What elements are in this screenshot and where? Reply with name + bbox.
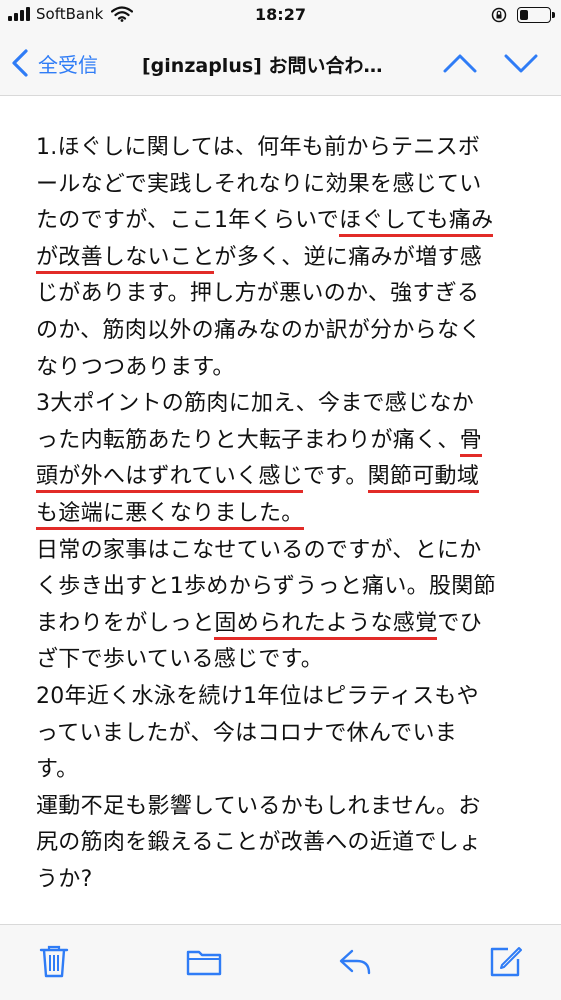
text-line: 1.ほぐしに関しては、何年も前からテニスボ <box>36 130 480 166</box>
text-line: った内転筋あたりと大転子まわりが痛く、骨 <box>36 423 483 459</box>
text-segment: っていましたが、今はコロナで休んでいま <box>36 720 458 746</box>
battery-fill <box>520 10 528 20</box>
chevron-left-icon <box>12 49 28 77</box>
text-segment: 尻の筋肉を鍛えることが改善への近道でしょ <box>36 830 482 856</box>
text-segment: った内転筋あたりと大転子まわりが痛く、 <box>36 427 460 453</box>
text-segment: 20年近く水泳を続け1年位はピラティスもや <box>36 684 479 709</box>
nav-bar: 全受信 [ginzaplus] お問い合わ… <box>0 34 561 96</box>
text-line: じがあります。押し方が悪いのか、強すぎる <box>36 276 479 312</box>
status-time: 18:27 <box>255 5 306 24</box>
text-segment: ざ下で歩いている感じです。 <box>36 647 324 673</box>
text-line: 運動不足も影響しているかもしれません。お <box>36 789 481 825</box>
text-line: うか? <box>36 862 93 898</box>
battery-icon <box>517 7 555 23</box>
text-line: っていましたが、今はコロナで休んでいま <box>36 716 457 752</box>
text-segment: なりつつあります。 <box>36 354 235 380</box>
trash-icon[interactable] <box>36 943 72 979</box>
chevron-down-icon[interactable] <box>503 48 539 78</box>
text-segment: のか、筋肉以外の痛みなのか訳が分からなく <box>36 318 482 343</box>
text-segment: じがあります。押し方が悪いのか、強すぎる <box>36 281 480 307</box>
text-line: が改善しないことが多く、逆に痛みが増す感 <box>36 240 482 276</box>
text-line: も途端に悪くなりました。 <box>36 496 304 532</box>
text-segment: たのですが、ここ1年くらいで <box>36 208 340 234</box>
text-line: まわりをがしっと固められたような感覚でひ <box>36 606 482 642</box>
text-line: のか、筋肉以外の痛みなのか訳が分からなく <box>36 313 482 349</box>
underlined-text: 頭が外へはずれていく感じ <box>36 464 303 494</box>
text-segment: く歩き出すと1歩めからずうっと痛い。股関節 <box>36 574 496 600</box>
text-line: 日常の家事はこなせているのですが、とにか <box>36 533 482 569</box>
rotation-lock-icon <box>491 7 507 23</box>
text-segment: が多く、逆に痛みが増す感 <box>214 244 483 270</box>
bottom-toolbar <box>0 924 561 1000</box>
text-line: す。 <box>36 752 78 788</box>
text-segment: うか? <box>36 867 93 892</box>
text-segment: ールなどで実践しそれなりに効果を感じてい <box>36 171 482 197</box>
underlined-text: が改善しないこと <box>36 244 215 274</box>
chevron-up-icon[interactable] <box>442 48 478 78</box>
text-line: ールなどで実践しそれなりに効果を感じてい <box>36 167 482 203</box>
folder-icon[interactable] <box>186 943 222 979</box>
text-line: く歩き出すと1歩めからずうっと痛い。股関節 <box>36 569 496 605</box>
text-line: 頭が外へはずれていく感じです。関節可動域 <box>36 459 480 495</box>
mail-body: 1.ほぐしに関しては、何年も前からテニスボ ールなどで実践しそれなりに効果を感じて… <box>0 96 561 924</box>
text-line: たのですが、ここ1年くらいでほぐしても痛み <box>36 203 494 239</box>
back-button[interactable]: 全受信 <box>10 48 98 78</box>
text-line: なりつつあります。 <box>36 350 235 386</box>
text-line: ざ下で歩いている感じです。 <box>36 642 323 678</box>
text-line: 尻の筋肉を鍛えることが改善への近道でしょ <box>36 825 481 861</box>
text-segment: 1.ほぐしに関しては、何年も前からテニスボ <box>36 135 481 160</box>
text-segment: 運動不足も影響しているかもしれません。お <box>36 793 481 819</box>
text-segment: 日常の家事はこなせているのですが、とにか <box>36 537 482 563</box>
underlined-text: 固められたような感覚 <box>214 610 438 640</box>
back-label: 全受信 <box>38 52 98 77</box>
text-line: 3大ポイントの筋肉に加え、今まで感じなか <box>36 386 474 422</box>
compose-icon[interactable] <box>488 943 524 979</box>
text-segment: です。 <box>302 464 368 490</box>
text-segment: でひ <box>437 610 483 636</box>
text-line: 20年近く水泳を続け1年位はピラティスもや <box>36 679 479 715</box>
text-segment: す。 <box>36 757 79 783</box>
underlined-text: 骨 <box>459 427 483 457</box>
underlined-text: 関節可動域 <box>367 464 480 494</box>
reply-icon[interactable] <box>337 943 373 979</box>
underlined-text: も途端に悪くなりました。 <box>36 501 304 530</box>
status-right <box>491 7 555 23</box>
page-title: [ginzaplus] お問い合わ… <box>142 55 383 77</box>
status-bar: SoftBank 18:27 <box>0 0 561 34</box>
text-segment: 3大ポイントの筋肉に加え、今まで感じなか <box>36 391 474 417</box>
underlined-text: ほぐしても痛み <box>339 208 494 238</box>
text-segment: まわりをがしっと <box>36 610 215 636</box>
